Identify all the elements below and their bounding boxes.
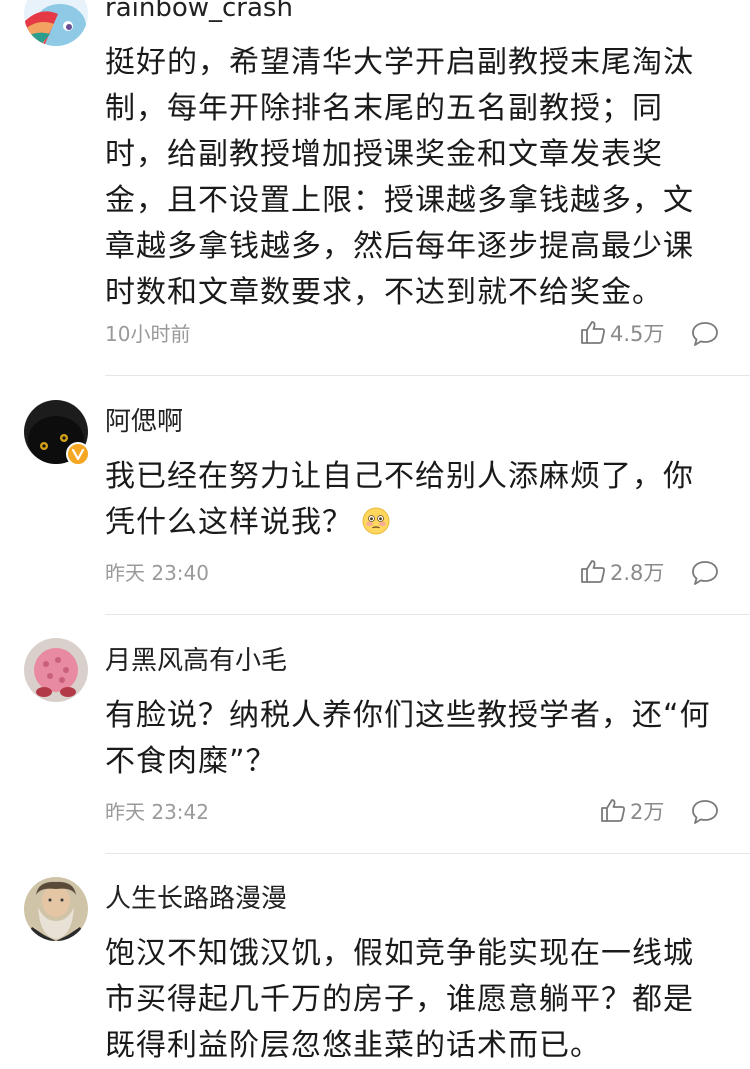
like-count: 2.8万 [610, 561, 665, 585]
comment-item: 人生长路路漫漫 饱汉不知饿汉饥，假如竞争能实现在一线城 市买得起几千万的房子，谁… [0, 853, 750, 1063]
timestamp: 10小时前 [105, 322, 191, 346]
comment-line: 不食肉糜”？ [105, 744, 277, 779]
comment-line: 挺好的，希望清华大学开启副教授末尾淘汰 [105, 45, 694, 80]
avatar[interactable] [24, 400, 90, 466]
comment-line: 制，每年开除排名末尾的五名副教授；同 [105, 91, 663, 126]
comment-bubble-icon [690, 322, 720, 352]
comment-line: 既得利益阶层忽悠韭菜的话术而已。 [105, 1028, 601, 1063]
flushed-emoji-icon [361, 504, 391, 550]
username[interactable]: 月黑风高有小毛 [105, 645, 287, 677]
verified-badge-icon [66, 442, 90, 466]
like-count: 2万 [630, 800, 665, 824]
comment-item: 月黑风高有小毛 有脸说？纳税人养你们这些教授学者，还“何 不食肉糜”？ 昨天 2… [0, 615, 750, 854]
comment-text: 有脸说？纳税人养你们这些教授学者，还“何 不食肉糜”？ [105, 693, 730, 785]
reply-button[interactable] [690, 559, 720, 587]
reply-button[interactable] [690, 320, 720, 348]
comment-text: 饱汉不知饿汉饥，假如竞争能实现在一线城 市买得起几千万的房子，谁愿意躺平？都是 … [105, 931, 730, 1069]
comment-line: 章越多拿钱越多，然后每年逐步提高最少课 [105, 229, 694, 264]
like-button[interactable]: 2万 [600, 795, 664, 829]
comment-line: 饱汉不知饿汉饥，假如竞争能实现在一线城 [105, 936, 694, 971]
username[interactable]: rainbow_crash [105, 0, 293, 24]
avatar[interactable] [24, 877, 88, 941]
comment-meta: 10小时前 4.5万 [105, 317, 720, 351]
thumbs-up-icon [580, 558, 606, 588]
comment-line: 时，给副教授增加授课奖金和文章发表奖 [105, 137, 663, 172]
comment-line: 市买得起几千万的房子，谁愿意躺平？都是 [105, 982, 694, 1017]
timestamp: 昨天 23:40 [105, 561, 209, 585]
thumbs-up-icon [580, 319, 606, 349]
comment-bubble-icon [690, 800, 720, 830]
comment-line: 凭什么这样说我？ [105, 500, 730, 550]
comment-line: 有脸说？纳税人养你们这些教授学者，还“何 [105, 698, 711, 733]
comment-meta: 昨天 23:40 2.8万 [105, 556, 720, 590]
username[interactable]: 阿偲啊 [105, 406, 183, 438]
comment-line: 金，且不设置上限：授课越多拿钱越多，文 [105, 183, 694, 218]
comment-feed: rainbow_crash 挺好的，希望清华大学开启副教授末尾淘汰 制，每年开除… [0, 0, 750, 1063]
comment-item: 阿偲啊 我已经在努力让自己不给别人添麻烦了，你 凭什么这样说我？ 昨天 23:4… [0, 376, 750, 615]
like-count: 4.5万 [610, 322, 665, 346]
comment-line: 我已经在努力让自己不给别人添麻烦了，你 [105, 459, 694, 494]
comment-line: 时数和文章数要求，不达到就不给奖金。 [105, 275, 663, 310]
reply-button[interactable] [690, 798, 720, 826]
like-button[interactable]: 4.5万 [580, 317, 664, 351]
comment-text: 我已经在努力让自己不给别人添麻烦了，你 凭什么这样说我？ [105, 454, 730, 550]
like-button[interactable]: 2.8万 [580, 556, 664, 590]
avatar[interactable] [24, 638, 88, 702]
timestamp: 昨天 23:42 [105, 800, 209, 824]
avatar[interactable] [24, 0, 88, 46]
comment-meta: 昨天 23:42 2万 [105, 795, 720, 829]
username[interactable]: 人生长路路漫漫 [105, 883, 287, 915]
comment-line-text: 凭什么这样说我？ [105, 505, 353, 540]
comment-bubble-icon [690, 561, 720, 591]
thumbs-up-icon [600, 797, 626, 827]
comment-text: 挺好的，希望清华大学开启副教授末尾淘汰 制，每年开除排名末尾的五名副教授；同 时… [105, 40, 730, 316]
comment-item: rainbow_crash 挺好的，希望清华大学开启副教授末尾淘汰 制，每年开除… [0, 0, 750, 376]
